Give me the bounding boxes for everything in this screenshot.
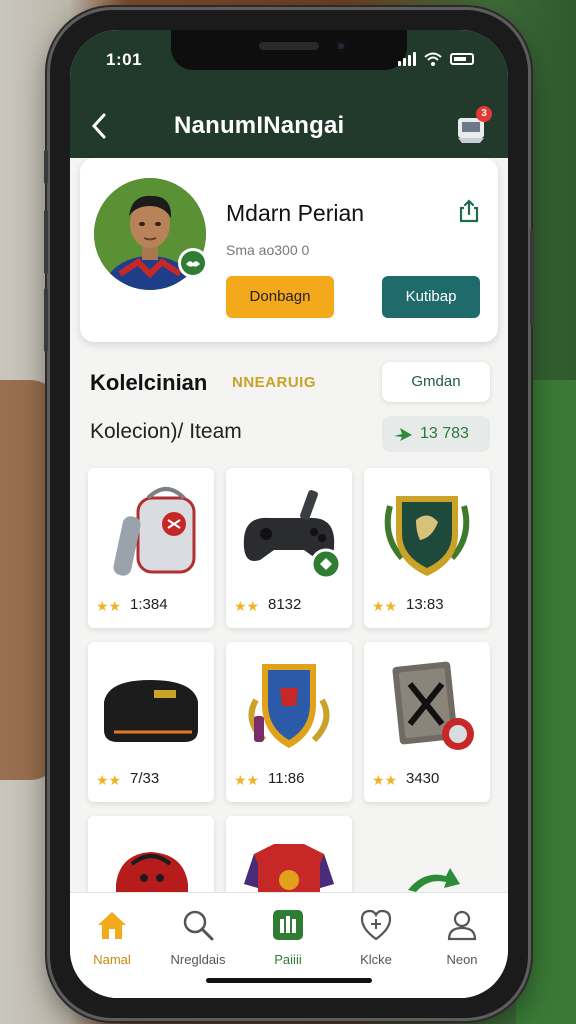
section-title: Kolelcinian <box>90 370 208 395</box>
home-icon <box>98 912 126 939</box>
shield-emblem-icon <box>248 664 330 748</box>
nav-label: Neon <box>446 952 478 967</box>
home-indicator <box>206 978 372 983</box>
top-app-bar: 1:01 NanumINangai 3 <box>70 30 508 158</box>
rating-stars: ★★ <box>234 772 260 788</box>
crest-badge-icon <box>384 496 470 576</box>
item-card[interactable]: ★★ 13:83 <box>364 468 490 628</box>
nav-label: Paiiii <box>274 952 302 967</box>
earpiece <box>259 42 319 50</box>
volume-down-button <box>44 288 48 352</box>
battery-icon <box>450 53 474 65</box>
section-action-button[interactable]: Gmdan <box>382 362 490 402</box>
signal-icon <box>398 52 416 66</box>
green-arrow-icon <box>408 868 460 892</box>
rating-stars: ★★ <box>372 772 398 788</box>
handshake-icon <box>186 261 200 267</box>
item-value: 7/33 <box>130 770 160 787</box>
profile-name: Mdarn Perian <box>226 200 365 226</box>
notch <box>171 30 407 70</box>
share-icon <box>459 199 479 223</box>
section-tag: NNEARUIG <box>232 374 317 391</box>
item-value: 3430 <box>406 770 440 787</box>
nav-label: Nregldais <box>170 952 226 967</box>
app-title: NanumINangai <box>174 112 345 139</box>
heart-shield-icon <box>360 909 392 941</box>
chevron-left-icon <box>91 113 106 139</box>
cart-button[interactable]: 3 <box>454 106 492 144</box>
partial-item <box>404 864 464 894</box>
rating-stars: ★★ <box>96 772 122 788</box>
nav-search[interactable]: Nregldais <box>162 907 234 967</box>
secondary-action-button[interactable]: Kutibap <box>382 276 480 318</box>
score-value: 13 783 <box>420 425 469 442</box>
share-button[interactable] <box>456 198 482 224</box>
search-icon <box>183 910 214 941</box>
game-controller-icon <box>243 490 342 580</box>
item-value: 8132 <box>268 596 302 613</box>
backpack-icon <box>113 487 196 576</box>
rating-stars: ★★ <box>96 598 122 614</box>
sports-card-icon <box>392 661 474 750</box>
nav-label: Namal <box>93 952 131 967</box>
item-value: 11:86 <box>268 770 305 787</box>
nav-favorites[interactable]: Klcke <box>340 907 412 967</box>
rating-stars: ★★ <box>372 598 398 614</box>
item-card[interactable]: ★★ 1:384 <box>88 468 214 628</box>
back-button[interactable] <box>90 112 108 145</box>
profile-subtitle: Sma ao300 0 <box>226 242 310 258</box>
screen: 1:01 NanumINangai 3 Mdarn Perian Sma ao3… <box>70 30 508 998</box>
phone-frame: 1:01 NanumINangai 3 Mdarn Perian Sma ao3… <box>44 10 534 1018</box>
cart-badge: 3 <box>476 106 492 122</box>
mute-switch <box>44 150 48 184</box>
arrow-right-icon <box>394 428 412 441</box>
power-button <box>530 230 534 326</box>
front-camera <box>335 40 347 52</box>
profile-icon <box>447 910 477 941</box>
nav-home[interactable]: Namal <box>76 907 148 967</box>
item-card[interactable]: ★★ 8132 <box>226 468 352 628</box>
nav-label: Klcke <box>360 952 392 967</box>
duffel-bag-icon <box>104 680 198 742</box>
verified-badge <box>178 248 208 278</box>
item-value: 13:83 <box>406 596 444 613</box>
status-time: 1:01 <box>106 50 143 69</box>
stats-icon <box>273 910 303 940</box>
item-card[interactable]: ★★ 7/33 <box>88 642 214 802</box>
item-value: 1:384 <box>130 596 168 613</box>
rating-stars: ★★ <box>234 598 260 614</box>
primary-action-button[interactable]: Donbagn <box>226 276 334 318</box>
item-card[interactable]: ★★ 11:86 <box>226 642 352 802</box>
score-chip[interactable]: 13 783 <box>382 416 490 452</box>
wifi-icon <box>424 52 442 66</box>
status-icons <box>398 52 474 66</box>
collection-subtitle: Kolecion)/ Iteam <box>90 420 242 443</box>
item-card[interactable]: ★★ 3430 <box>364 642 490 802</box>
nav-stats[interactable]: Paiiii <box>252 907 324 967</box>
volume-up-button <box>44 210 48 274</box>
nav-profile[interactable]: Neon <box>426 907 498 967</box>
profile-card: Mdarn Perian Sma ao300 0 Donbagn Kutibap <box>80 158 498 342</box>
